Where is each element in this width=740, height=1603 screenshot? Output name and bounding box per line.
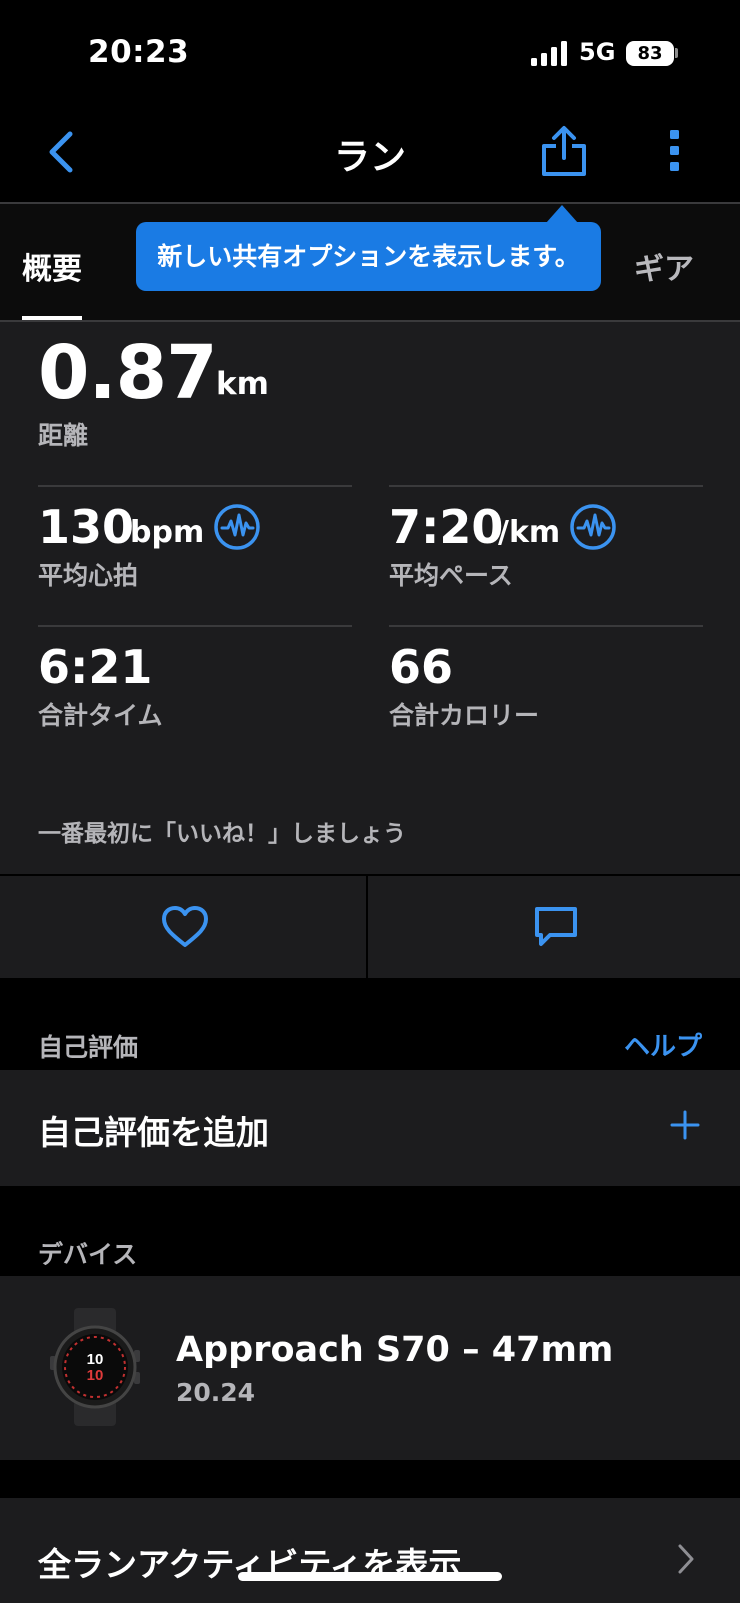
plus-icon[interactable] <box>670 1110 700 1140</box>
device-version: 20.24 <box>176 1378 256 1407</box>
like-prompt: 一番最初に「いいね！」しましょう <box>38 821 406 847</box>
tab-overview[interactable]: 概要 <box>22 244 82 288</box>
share-tooltip[interactable]: 新しい共有オプションを表示します。 <box>136 222 601 291</box>
avg-pace-unit: /km <box>498 515 561 550</box>
add-self-eval-label: 自己評価を追加 <box>38 1113 269 1152</box>
divider <box>389 625 703 627</box>
avg-hr-unit: bpm <box>130 515 205 550</box>
comment-icon <box>533 905 579 949</box>
heart-icon <box>160 905 210 949</box>
watch-face-minute: 10 <box>87 1367 104 1384</box>
avg-pace-value: 7:20 <box>389 500 504 554</box>
page-title: ラン <box>333 137 406 178</box>
pace-chart-button[interactable] <box>569 503 617 551</box>
total-time-label: 合計タイム <box>38 701 163 730</box>
help-link[interactable]: ヘルプ <box>624 1026 702 1063</box>
distance-value: 0.87 <box>38 330 218 416</box>
divider <box>389 485 703 487</box>
distance-label: 距離 <box>38 421 89 450</box>
avg-pace-label: 平均ペース <box>389 561 513 590</box>
signal-icon <box>531 40 569 66</box>
tab-gear[interactable]: ギア <box>634 244 694 288</box>
watch-image: 10 10 <box>48 1308 142 1426</box>
total-time-value: 6:21 <box>38 640 153 694</box>
divider <box>38 485 352 487</box>
battery-icon: 83 <box>626 41 674 66</box>
more-button[interactable] <box>662 124 688 178</box>
self-eval-header: 自己評価 <box>38 1033 139 1062</box>
total-calories-value: 66 <box>389 640 454 694</box>
device-name: Approach S70 – 47mm <box>176 1330 614 1370</box>
network-type: 5G <box>579 38 616 66</box>
chevron-right-icon <box>676 1542 696 1576</box>
devices-header: デバイス <box>38 1240 138 1269</box>
watch-face-hour: 10 <box>87 1351 104 1368</box>
divider <box>38 625 352 627</box>
battery-tip <box>675 48 678 58</box>
avg-hr-label: 平均心拍 <box>38 561 139 590</box>
more-vertical-icon <box>670 130 679 171</box>
avg-hr-value: 130 <box>38 500 135 554</box>
total-calories-label: 合計カロリー <box>389 701 540 730</box>
waveform-icon <box>570 504 616 550</box>
share-icon <box>542 126 586 176</box>
tooltip-arrow <box>546 205 578 223</box>
hr-chart-button[interactable] <box>213 503 261 551</box>
tab-active-indicator <box>22 316 82 320</box>
distance-unit: km <box>216 366 269 402</box>
status-time: 20:23 <box>88 34 190 70</box>
waveform-icon <box>214 504 260 550</box>
share-button[interactable] <box>540 124 588 178</box>
home-indicator[interactable] <box>238 1572 502 1581</box>
